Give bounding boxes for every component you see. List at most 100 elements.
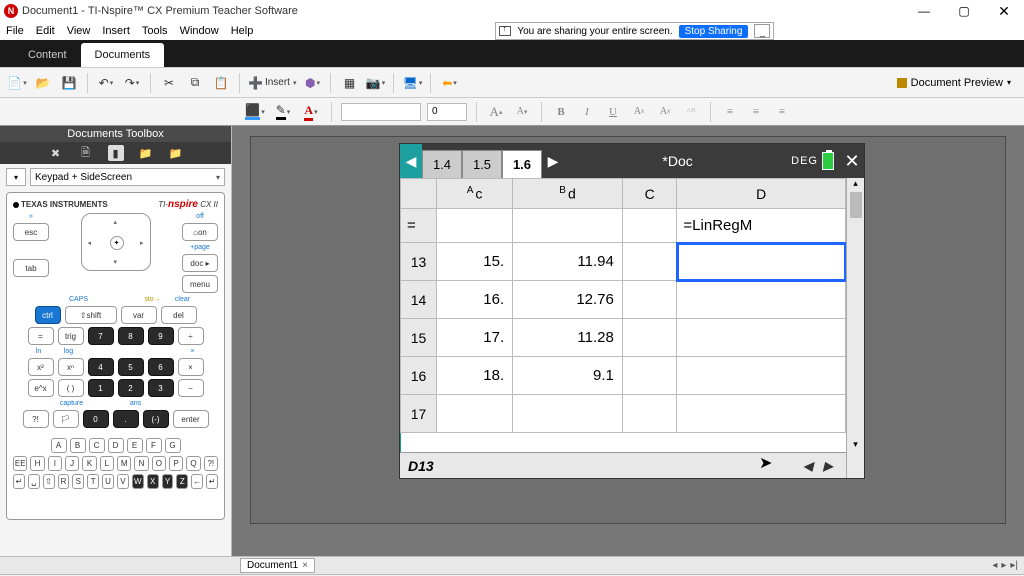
cell[interactable] [677, 395, 846, 433]
doc-nav-end[interactable]: ▸| [1010, 560, 1018, 571]
key-f[interactable]: F [146, 438, 162, 453]
key-flag[interactable]: 🏳 [53, 410, 79, 428]
menu-view[interactable]: View [67, 25, 91, 37]
window-maximize[interactable]: ▢ [944, 0, 984, 22]
menu-file[interactable]: File [6, 25, 24, 37]
cell[interactable]: 15. [437, 243, 513, 281]
key-u[interactable]: U [102, 474, 114, 489]
key-del[interactable]: del [161, 306, 197, 324]
key-d[interactable]: D [108, 438, 124, 453]
tab-documents[interactable]: Documents [81, 43, 165, 67]
key-h[interactable]: H [30, 456, 44, 471]
key-m[interactable]: M [117, 456, 131, 471]
row-head[interactable]: 13 [401, 243, 437, 281]
cell[interactable] [622, 395, 677, 433]
key-dot[interactable]: . [113, 410, 139, 428]
key-pi[interactable]: ?! [23, 410, 49, 428]
key-0[interactable]: 0 [83, 410, 109, 428]
screenshot-button[interactable]: 📷 [364, 72, 386, 94]
key-l[interactable]: L [100, 456, 114, 471]
copy-button[interactable]: ⧉ [184, 72, 206, 94]
key-x[interactable]: X [147, 474, 159, 489]
cell[interactable] [677, 357, 846, 395]
align-right-button[interactable]: ≡ [772, 103, 792, 121]
undo-button[interactable]: ↶ [95, 72, 117, 94]
clear-format-button[interactable]: ᴬᴮ [681, 103, 701, 121]
superscript-button[interactable]: Ax [629, 103, 649, 121]
key-n[interactable]: N [134, 456, 148, 471]
screen-capture-button[interactable]: 🖥 [401, 72, 423, 94]
key-6[interactable]: 6 [148, 358, 174, 376]
key-v[interactable]: V [117, 474, 129, 489]
paste-button[interactable]: 📋 [210, 72, 232, 94]
key-shift[interactable]: ⇧shift [65, 306, 117, 324]
new-doc-button[interactable]: 📄 [6, 72, 28, 94]
key-q[interactable]: Q [186, 456, 200, 471]
dpad[interactable]: ▴▾◂▸ ✦ [81, 213, 151, 271]
key-o[interactable]: O [152, 456, 166, 471]
toolbox-tab-libraries[interactable]: 📁 [168, 145, 184, 161]
key-trig[interactable]: trig [58, 327, 84, 345]
key-mul[interactable]: × [178, 358, 204, 376]
key-z[interactable]: Z [176, 474, 188, 489]
fill-color-button[interactable]: ⬛ [244, 101, 266, 123]
variable-button[interactable]: ⬢ [301, 72, 323, 94]
cell[interactable]: 17. [437, 319, 513, 357]
cell[interactable] [677, 319, 846, 357]
keypad-icon-select[interactable]: ▾ [6, 168, 26, 186]
cell[interactable] [622, 357, 677, 395]
key-b[interactable]: B [70, 438, 86, 453]
key-y[interactable]: Y [162, 474, 174, 489]
italic-button[interactable]: I [577, 103, 597, 121]
row-head[interactable]: 17 [401, 395, 437, 433]
key-enter[interactable]: enter [173, 410, 209, 428]
key-esc[interactable]: esc [13, 223, 49, 241]
key-tenx[interactable]: xⁿ [58, 358, 84, 376]
vertical-scrollbar[interactable]: ▴▾ [846, 178, 864, 478]
formula-d[interactable]: =LinRegM [677, 209, 846, 243]
menu-edit[interactable]: Edit [36, 25, 55, 37]
row-head[interactable]: 14 [401, 281, 437, 319]
key-sqrt[interactable]: ( ) [58, 379, 84, 397]
align-center-button[interactable]: ≡ [746, 103, 766, 121]
cell[interactable] [437, 395, 513, 433]
key-ex[interactable]: e^x [28, 379, 54, 397]
window-minimize[interactable]: — [904, 0, 944, 22]
cell[interactable]: 11.94 [513, 243, 623, 281]
cell[interactable] [622, 319, 677, 357]
key-var[interactable]: var [121, 306, 157, 324]
cell[interactable]: 16. [437, 281, 513, 319]
cellbar-prev[interactable]: ◀ [798, 459, 818, 473]
cell[interactable]: 11.28 [513, 319, 623, 357]
key-i[interactable]: I [48, 456, 62, 471]
row-head[interactable]: 15 [401, 319, 437, 357]
decrease-font-button[interactable]: A▾ [512, 103, 532, 121]
menu-insert[interactable]: Insert [102, 25, 130, 37]
insert-page-button[interactable]: ➕Insert [247, 72, 297, 94]
key-neg[interactable]: (-) [143, 410, 169, 428]
menu-help[interactable]: Help [231, 25, 254, 37]
col-b[interactable]: Bd [513, 179, 623, 209]
key-a[interactable]: A [51, 438, 67, 453]
toolbox-tab-utilities[interactable]: 📁 [138, 145, 154, 161]
cell[interactable] [622, 243, 677, 281]
key-menu[interactable]: menu [182, 275, 218, 293]
back-button[interactable]: ⬅ [438, 72, 460, 94]
cell[interactable] [677, 281, 846, 319]
col-d[interactable]: D [677, 179, 846, 209]
stop-sharing-button[interactable]: Stop Sharing [679, 25, 749, 38]
doc-tab-1[interactable]: Document1× [240, 558, 315, 573]
document-preview-button[interactable]: Document Preview ▾ [890, 74, 1018, 92]
hh-tab-2[interactable]: 1.6 [502, 150, 542, 178]
key-k[interactable]: K [82, 456, 96, 471]
increase-font-button[interactable]: A▴ [486, 103, 506, 121]
layout-button[interactable]: ▦ [338, 72, 360, 94]
menu-window[interactable]: Window [180, 25, 219, 37]
underline-button[interactable]: U [603, 103, 623, 121]
key-c[interactable]: C [89, 438, 105, 453]
spreadsheet[interactable]: Ac Bd C D = =LinRegM 13 15. 11.94 1 [400, 178, 846, 433]
close-icon[interactable]: × [302, 560, 308, 571]
key-e[interactable]: E [127, 438, 143, 453]
hh-tab-0[interactable]: 1.4 [422, 150, 462, 178]
key-j[interactable]: J [65, 456, 79, 471]
